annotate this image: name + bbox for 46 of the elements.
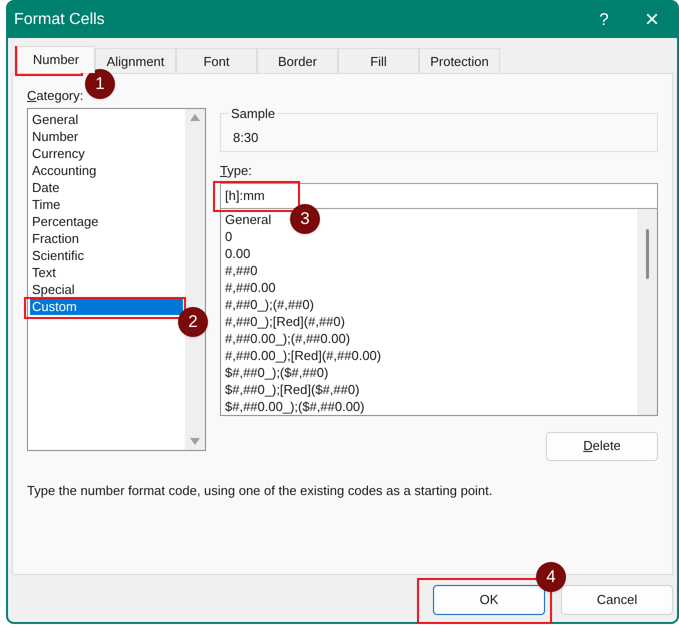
scrollbar[interactable] bbox=[637, 208, 657, 414]
category-item[interactable]: Text bbox=[30, 264, 183, 280]
category-label: Category: bbox=[27, 87, 84, 105]
tab[interactable]: Protection bbox=[419, 48, 500, 74]
sample-value: 8:30 bbox=[233, 128, 260, 146]
category-item[interactable]: Number bbox=[30, 128, 183, 144]
category-item[interactable]: Fraction bbox=[30, 230, 183, 246]
format-item[interactable]: General bbox=[225, 210, 272, 228]
sample-label: Sample bbox=[230, 105, 276, 123]
description-text: Type the number format code, using one of the existing codes as a starting point. bbox=[27, 482, 494, 500]
format-item[interactable]: $#,##0.00_);($#,##0.00) bbox=[225, 398, 364, 414]
format-item[interactable]: #,##0.00 bbox=[225, 278, 276, 296]
category-item[interactable]: General bbox=[30, 110, 183, 128]
delete-button[interactable]: Delete bbox=[546, 432, 658, 460]
ok-button[interactable]: OK bbox=[433, 585, 545, 615]
type-label: Type: bbox=[220, 162, 253, 180]
category-item[interactable]: Percentage bbox=[30, 212, 183, 230]
format-item[interactable]: #,##0_);(#,##0) bbox=[225, 296, 314, 312]
format-item[interactable]: 0.00 bbox=[225, 244, 250, 262]
format-item[interactable]: $#,##0_);($#,##0) bbox=[225, 364, 328, 380]
tab[interactable]: Fill bbox=[338, 48, 419, 74]
category-item[interactable]: Date bbox=[30, 178, 183, 196]
window-title: Format Cells bbox=[14, 10, 106, 30]
format-item[interactable]: #,##0.00_);[Red](#,##0.00) bbox=[225, 346, 382, 364]
up-arrow-icon[interactable] bbox=[189, 112, 201, 122]
tab[interactable]: Alignment bbox=[95, 48, 176, 74]
format-item[interactable]: 0 bbox=[225, 228, 232, 244]
format-item[interactable]: #,##0_);[Red](#,##0) bbox=[225, 312, 345, 330]
tab[interactable]: Border bbox=[257, 48, 338, 74]
format-item[interactable]: #,##0 bbox=[225, 262, 258, 278]
category-item[interactable]: Scientific bbox=[30, 246, 183, 264]
down-arrow-icon[interactable] bbox=[189, 436, 201, 446]
format-item[interactable]: #,##0.00_);(#,##0.00) bbox=[225, 330, 350, 346]
scrollbar[interactable] bbox=[185, 108, 205, 450]
close-button[interactable]: × bbox=[627, 2, 677, 38]
type-input-field[interactable]: [h]:mm bbox=[220, 182, 658, 208]
help-button[interactable]: ? bbox=[581, 7, 627, 33]
format-item[interactable]: $#,##0_);[Red]($#,##0) bbox=[225, 380, 360, 398]
cancel-button[interactable]: Cancel bbox=[561, 585, 673, 615]
category-item[interactable]: Special bbox=[30, 280, 183, 298]
category-item[interactable]: Currency bbox=[30, 144, 183, 162]
tab[interactable]: Number bbox=[17, 46, 95, 73]
tab[interactable]: Font bbox=[176, 48, 257, 74]
scroll-thumb[interactable] bbox=[646, 228, 648, 278]
category-item[interactable]: Accounting bbox=[30, 162, 183, 178]
category-item[interactable]: Time bbox=[30, 196, 183, 212]
